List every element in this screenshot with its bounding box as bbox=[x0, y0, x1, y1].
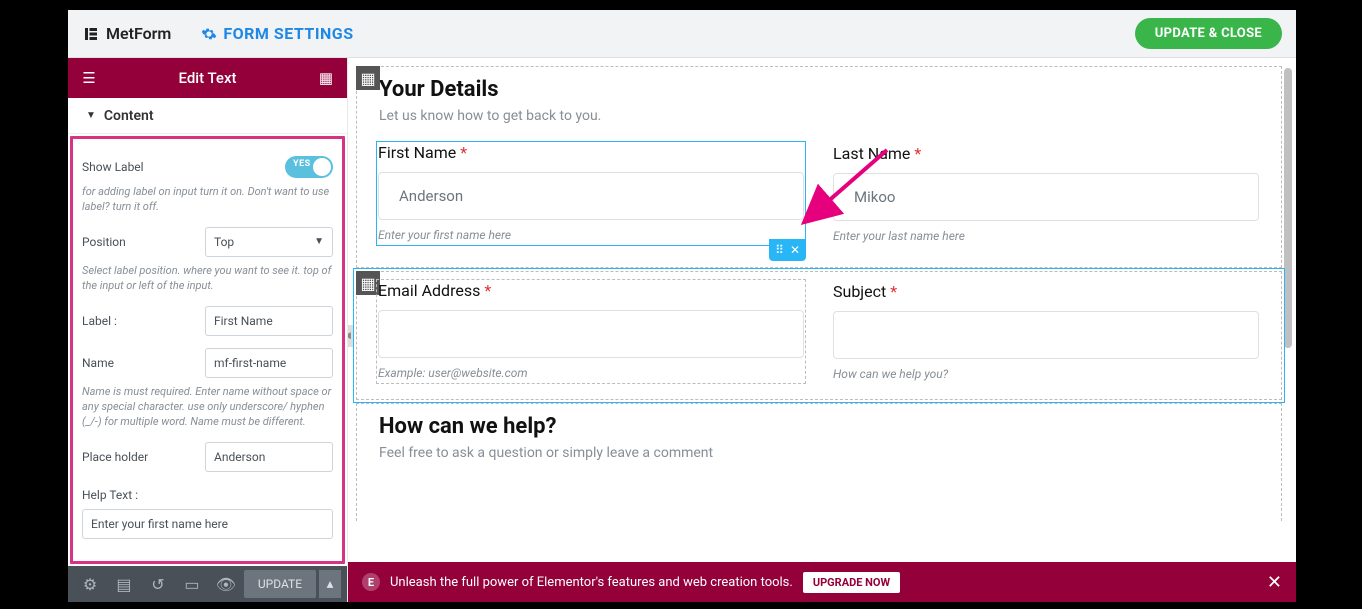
gear-icon bbox=[201, 26, 217, 42]
canvas: ▦ Your Details Let us know how to get ba… bbox=[348, 58, 1296, 602]
email-label: Email Address * bbox=[378, 281, 804, 300]
collapse-arrow-icon[interactable]: ◀ bbox=[348, 325, 353, 347]
brand: MetForm bbox=[82, 24, 171, 43]
section-how-help[interactable]: How can we help? Feel free to ask a ques… bbox=[356, 403, 1282, 521]
accordion-content[interactable]: ▼ Content bbox=[68, 98, 347, 134]
widgets-grid-icon[interactable]: ▦ bbox=[315, 69, 337, 87]
required-asterisk: * bbox=[914, 144, 921, 163]
navigator-icon[interactable]: ▤ bbox=[108, 570, 140, 598]
name-field-label: Name bbox=[82, 356, 114, 370]
placeholder-field-label: Place holder bbox=[82, 450, 148, 464]
drag-icon[interactable]: ⠿ bbox=[775, 243, 784, 257]
section-email-subject[interactable]: ▦ ◀ Email Address * Example: user@websit… bbox=[356, 271, 1282, 400]
toggle-knob bbox=[313, 158, 331, 176]
placeholder-input[interactable] bbox=[205, 442, 333, 472]
promo-text: Unleash the full power of Elementor's fe… bbox=[390, 575, 793, 590]
promo-close-icon[interactable]: ✕ bbox=[1267, 572, 1282, 593]
metform-editor-modal: MetForm FORM SETTINGS UPDATE & CLOSE ☰ E… bbox=[68, 10, 1296, 602]
position-help: Select label position. where you want to… bbox=[82, 263, 333, 294]
section-your-details[interactable]: ▦ Your Details Let us know how to get ba… bbox=[356, 66, 1282, 268]
email-help: Example: user@website.com bbox=[378, 366, 804, 380]
subject-input[interactable] bbox=[833, 311, 1259, 359]
label-input[interactable] bbox=[205, 306, 333, 336]
elementor-badge-icon: E bbox=[362, 573, 380, 591]
email-input[interactable] bbox=[378, 310, 804, 358]
required-asterisk: * bbox=[460, 143, 467, 162]
first-name-label: First Name * bbox=[378, 143, 804, 162]
scrollbar[interactable] bbox=[1284, 68, 1292, 348]
sidebar-footer: ⚙ ▤ ↺ ▭ 👁 UPDATE ▴ bbox=[68, 566, 347, 602]
hamburger-icon[interactable]: ☰ bbox=[78, 69, 100, 87]
your-details-subtitle: Let us know how to get back to you. bbox=[379, 108, 1259, 124]
chevron-down-icon: ▼ bbox=[314, 236, 324, 247]
show-label-label: Show Label bbox=[82, 160, 144, 174]
sidebar-head: ☰ Edit Text ▦ bbox=[68, 58, 347, 98]
helptext-input[interactable] bbox=[82, 509, 333, 539]
accordion-label: Content bbox=[104, 108, 154, 124]
name-help: Name is must required. Enter name withou… bbox=[82, 384, 333, 430]
name-input[interactable] bbox=[205, 348, 333, 378]
form-settings-label: FORM SETTINGS bbox=[223, 24, 353, 43]
last-name-input[interactable] bbox=[833, 173, 1259, 221]
brand-label: MetForm bbox=[106, 24, 171, 43]
settings-icon[interactable]: ⚙ bbox=[74, 570, 106, 598]
subject-widget[interactable]: Subject * How can we help you? bbox=[833, 282, 1259, 381]
position-select[interactable]: Top ▼ bbox=[205, 227, 333, 257]
widget-edit-popover[interactable]: ⠿ ✕ bbox=[769, 239, 806, 261]
label-field-label: Label : bbox=[82, 314, 117, 328]
history-icon[interactable]: ↺ bbox=[142, 570, 174, 598]
helptext-field-label: Help Text : bbox=[82, 488, 138, 502]
last-name-widget[interactable]: Last Name * Enter your last name here bbox=[833, 144, 1259, 243]
first-name-help: Enter your first name here bbox=[378, 228, 804, 242]
sidebar: ☰ Edit Text ▦ ▼ Content Show Label YES f… bbox=[68, 58, 348, 602]
elementor-logo-icon bbox=[82, 25, 100, 43]
show-label-toggle[interactable]: YES bbox=[285, 156, 333, 178]
promo-bar: E Unleash the full power of Elementor's … bbox=[348, 562, 1296, 602]
close-icon[interactable]: ✕ bbox=[790, 243, 800, 257]
sidebar-title: Edit Text bbox=[100, 69, 315, 87]
required-asterisk: * bbox=[890, 282, 897, 301]
form-settings-button[interactable]: FORM SETTINGS bbox=[201, 24, 353, 43]
last-name-help: Enter your last name here bbox=[833, 229, 1259, 243]
subject-help: How can we help you? bbox=[833, 367, 1259, 381]
toggle-yes-label: YES bbox=[293, 159, 311, 169]
section-handle-icon[interactable]: ▦ bbox=[356, 66, 380, 90]
position-value: Top bbox=[214, 235, 234, 249]
how-help-title: How can we help? bbox=[379, 414, 1259, 439]
email-widget[interactable]: Email Address * Example: user@website.co… bbox=[377, 280, 805, 383]
position-label: Position bbox=[82, 235, 126, 249]
update-close-button[interactable]: UPDATE & CLOSE bbox=[1135, 18, 1282, 49]
required-asterisk: * bbox=[484, 281, 491, 300]
caret-down-icon: ▼ bbox=[86, 110, 96, 121]
footer-update-button[interactable]: UPDATE bbox=[244, 570, 316, 598]
upgrade-now-button[interactable]: UPGRADE NOW bbox=[803, 572, 900, 593]
preview-icon[interactable]: 👁 bbox=[210, 570, 242, 598]
content-panel: Show Label YES for adding label on input… bbox=[68, 134, 347, 566]
show-label-help: for adding label on input turn it on. Do… bbox=[82, 184, 333, 215]
your-details-title: Your Details bbox=[379, 77, 1259, 102]
subject-label: Subject * bbox=[833, 282, 1259, 301]
last-name-label: Last Name * bbox=[833, 144, 1259, 163]
footer-update-split[interactable]: ▴ bbox=[319, 570, 341, 598]
first-name-widget[interactable]: First Name * Enter your first name here … bbox=[377, 142, 805, 245]
first-name-input[interactable] bbox=[378, 172, 804, 220]
how-help-subtitle: Feel free to ask a question or simply le… bbox=[379, 445, 1259, 461]
top-bar: MetForm FORM SETTINGS UPDATE & CLOSE bbox=[68, 10, 1296, 58]
responsive-icon[interactable]: ▭ bbox=[176, 570, 208, 598]
